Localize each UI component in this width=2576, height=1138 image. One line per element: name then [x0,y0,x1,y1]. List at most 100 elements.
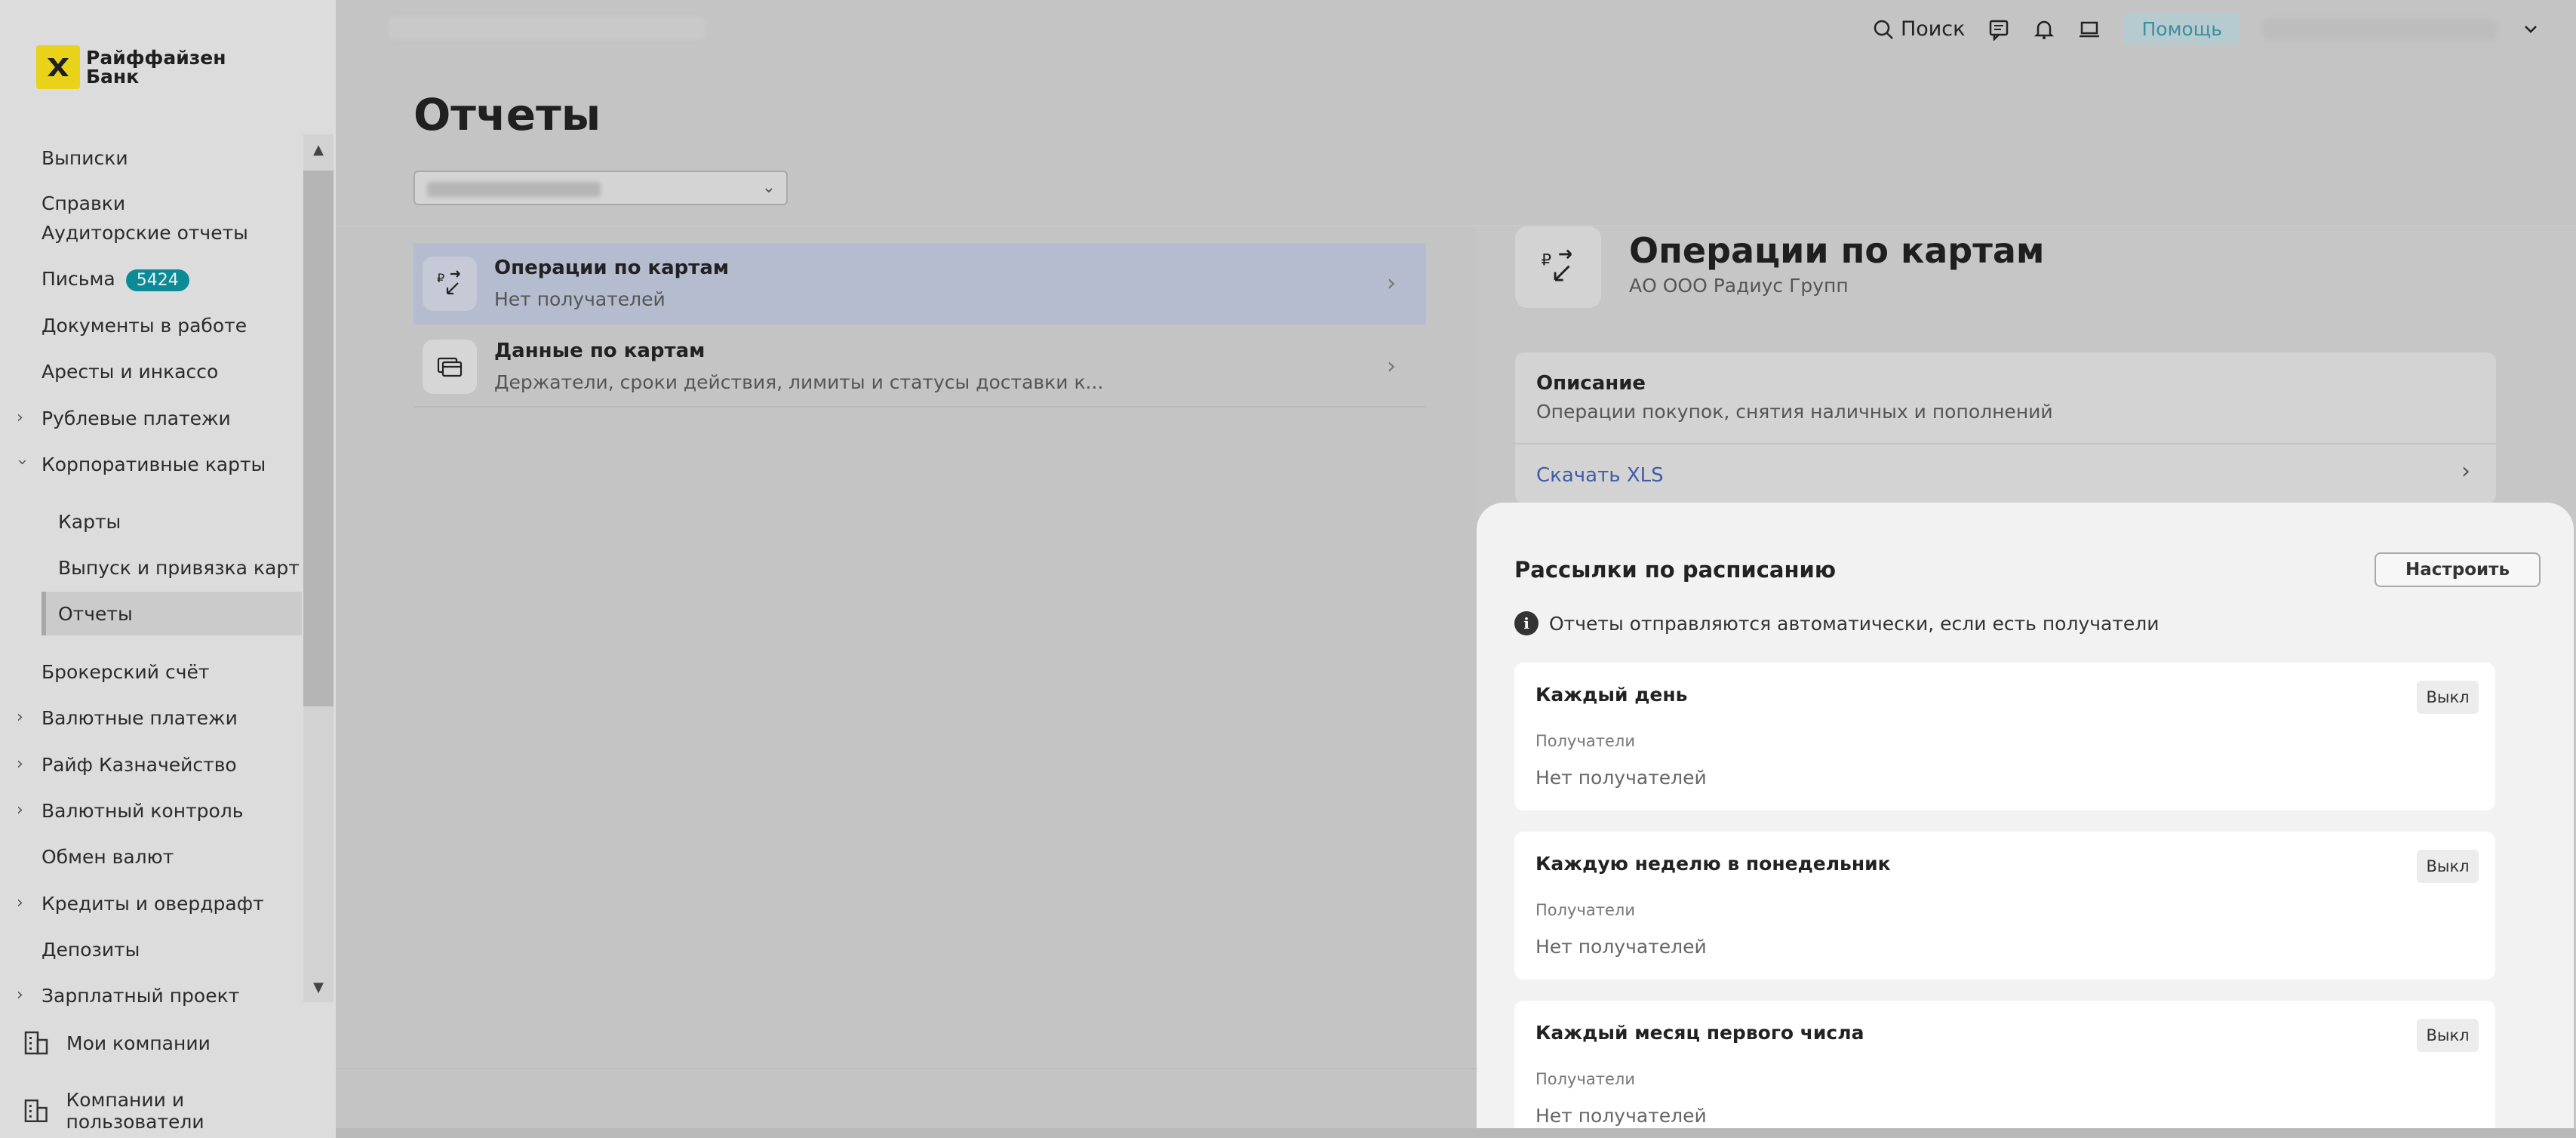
search-button[interactable]: Поиск [1872,17,1966,41]
companies-users-link[interactable]: Компании и пользователи [23,1088,324,1133]
sidebar-item-salary-project[interactable]: › Зарплатный проект [0,973,302,1017]
description-text: Операции покупок, снятия наличных и попо… [1536,401,2053,423]
chevron-right-icon: › [17,408,23,427]
chevron-right-icon[interactable]: › [2461,458,2470,484]
recipients-value: Нет получателей [1535,936,1707,958]
sidebar-item-issue-cards[interactable]: Выпуск и привязка карт [0,546,302,589]
my-companies-link[interactable]: Мои компании [23,1020,324,1066]
sidebar-item-brokerage[interactable]: Брокерский счёт [0,650,302,694]
configure-button[interactable]: Настроить [2375,552,2541,587]
sidebar-item-deposits[interactable]: Депозиты [0,927,302,971]
sidebar-item-label: Рублевые платежи [41,407,231,429]
building-icon [24,1031,48,1055]
sidebar-item-arrests[interactable]: Аресты и инкассо [0,349,302,393]
schedule-toggle-button[interactable]: Выкл [2417,681,2479,714]
cards-stack-icon [423,340,477,394]
search-label: Поиск [1900,17,1966,41]
chat-icon[interactable] [1987,18,2010,41]
recipients-label: Получатели [1535,1070,1635,1088]
help-button[interactable]: Помощь [2123,14,2240,45]
sidebar-item-label: Выписки [41,146,128,169]
sidebar-item-label: Валютный контроль [41,799,244,822]
schedule-info-text: Отчеты отправляются автоматически, если … [1549,612,2159,635]
sidebar-item-label: Отчеты [58,602,133,625]
report-row-card-data[interactable]: Данные по картам Держатели, сроки действ… [413,326,1426,408]
scroll-down-arrow-icon[interactable]: ▼ [303,972,334,1002]
sidebar-item-label: Письма 5424 [41,268,189,291]
organization-select[interactable]: ⌄ [413,171,788,205]
sidebar-item-label: Депозиты [41,938,140,961]
sidebar-item-label: Аресты и инкассо [41,360,219,383]
brand-name-line1: Райффайзен [86,47,226,69]
sidebar-item-label: Кредиты и овердрафт [41,892,264,915]
schedule-card-daily: Каждый день Выкл Получатели Нет получате… [1514,663,2495,810]
card-exchange-icon: ₽ [423,257,477,311]
schedule-card-title: Каждый день [1535,684,1688,706]
schedule-title: Рассылки по расписанию [1514,557,1837,583]
sidebar-item-label: Корпоративные карты [41,453,266,475]
sidebar-item-reports[interactable]: Отчеты [41,592,302,635]
page-title: Отчеты [413,89,601,140]
recipients-label: Получатели [1535,732,1635,750]
bell-icon[interactable] [2033,18,2055,41]
description-label: Описание [1536,372,1646,395]
user-name-redacted[interactable] [2263,18,2497,40]
sidebar-item-letters-text: Письма [41,267,115,290]
chevron-down-icon[interactable] [2519,18,2542,41]
chevron-down-icon: › [13,459,32,466]
download-xls-link[interactable]: Скачать XLS [1536,464,1664,487]
sidebar-item-currency-payments[interactable]: › Валютные платежи [0,696,302,740]
schedule-card-monthly: Каждый месяц первого числа Выкл Получате… [1514,1001,2495,1138]
schedule-sheet: Рассылки по расписанию Настроить i Отчет… [1477,503,2574,1138]
company-name-redacted[interactable] [389,17,705,39]
schedule-card-title: Каждую неделю в понедельник [1535,853,1891,875]
sidebar-item-label: Аудиторские отчеты [41,221,248,244]
sidebar-item-corporate-cards[interactable]: › Корпоративные карты [0,442,302,486]
sidebar-item-letters[interactable]: Письма 5424 [0,257,302,301]
header-actions: Поиск Помощь [1872,14,2542,45]
sidebar: Райффайзен Банк Выписки Справки Аудиторс… [0,0,336,1138]
chevron-right-icon: › [17,755,23,774]
sidebar-item-currency-control[interactable]: › Валютный контроль [0,789,302,832]
laptop-icon[interactable] [2078,18,2101,41]
sidebar-item-credits[interactable]: › Кредиты и овердрафт [0,881,302,925]
sidebar-item-vypiski[interactable]: Выписки [0,136,302,180]
chevron-right-icon: › [1387,270,1396,297]
window-bottom-edge [336,1128,2576,1138]
scrollbar-thumb[interactable] [303,171,334,706]
schedule-card-title: Каждый месяц первого числа [1535,1022,1864,1044]
sidebar-item-label: Брокерский счёт [41,660,210,683]
scroll-up-arrow-icon[interactable]: ▲ [303,134,334,165]
chevron-right-icon: › [17,708,23,727]
brand-name: Райффайзен Банк [86,48,226,86]
unread-count-badge: 5424 [125,269,189,291]
sidebar-item-treasury[interactable]: › Райф Казначейство [0,743,302,786]
schedule-toggle-button[interactable]: Выкл [2417,850,2479,883]
schedule-toggle-button[interactable]: Выкл [2417,1019,2479,1052]
sidebar-item-currency-exchange[interactable]: Обмен валют [0,835,302,878]
recipients-label: Получатели [1535,901,1635,919]
brand-name-line2: Банк [86,66,140,88]
sidebar-scrollbar[interactable]: ▲ ▼ [303,134,334,1002]
organization-name-redacted [427,182,601,197]
search-icon [1872,18,1895,41]
sidebar-item-ruble-payments[interactable]: › Рублевые платежи [0,396,302,440]
sidebar-item-audit-reports[interactable]: Аудиторские отчеты [0,211,302,254]
chevron-right-icon: › [1387,353,1396,380]
sidebar-item-label: Зарплатный проект [41,984,240,1007]
chevron-right-icon: › [17,801,23,820]
brand-logo[interactable]: Райффайзен Банк [36,45,226,89]
report-subtitle: Держатели, сроки действия, лимиты и стат… [494,371,1104,393]
sidebar-item-documents-in-work[interactable]: Документы в работе [0,303,302,347]
report-row-card-operations[interactable]: ₽ Операции по картам Нет получателей › [413,243,1426,324]
sidebar-item-cards[interactable]: Карты [0,500,302,543]
svg-text:₽: ₽ [1542,250,1551,269]
description-divider [1515,443,2496,444]
report-subtitle: Нет получателей [494,288,666,310]
recipients-value: Нет получателей [1535,1105,1707,1127]
chevron-right-icon: › [17,893,23,912]
info-icon: i [1514,611,1539,635]
schedule-card-weekly: Каждую неделю в понедельник Выкл Получат… [1514,832,2495,980]
card-exchange-icon: ₽ [1515,226,1601,308]
svg-text:₽: ₽ [437,271,444,285]
